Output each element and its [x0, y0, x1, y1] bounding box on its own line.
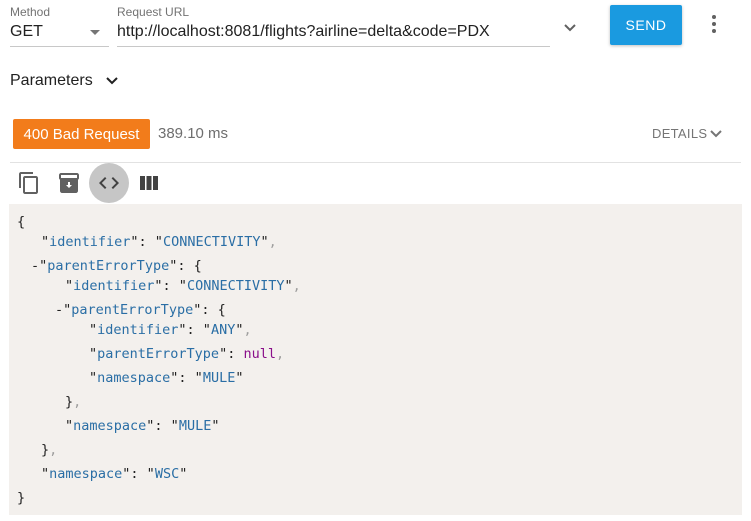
json-value: MULE [178, 418, 212, 434]
caret-down-icon[interactable] [90, 30, 100, 35]
json-line-namespace: "namespace": "MULE" [89, 370, 244, 386]
json-value: WSC [154, 466, 180, 482]
json-value: ANY [210, 322, 236, 338]
json-brace-close: } [17, 490, 26, 506]
columns-view-icon[interactable] [137, 171, 161, 195]
json-value: MULE [202, 370, 236, 386]
details-button[interactable]: DETAILS [652, 126, 707, 141]
parameters-toggle[interactable]: Parameters [10, 72, 93, 90]
response-body-panel: { "identifier": "CONNECTIVITY", -"parent… [9, 204, 742, 515]
chevron-down-icon[interactable] [708, 126, 724, 142]
send-button[interactable]: SEND [610, 5, 682, 45]
url-underline [117, 46, 550, 47]
json-line-identifier: "identifier": "CONNECTIVITY", [41, 234, 277, 250]
json-value: CONNECTIVITY [162, 234, 261, 250]
method-underline [10, 46, 109, 47]
method-label: Method [10, 5, 51, 19]
response-time: 389.10 ms [158, 125, 229, 142]
json-brace-close: }, [65, 394, 82, 410]
more-vert-icon[interactable] [706, 12, 722, 36]
status-badge: 400 Bad Request [13, 119, 150, 149]
url-input[interactable]: http://localhost:8081/flights?airline=de… [117, 23, 490, 41]
json-brace-open: { [17, 214, 26, 230]
json-brace-close: }, [41, 442, 58, 458]
chevron-down-icon[interactable] [562, 20, 578, 36]
code-view-icon[interactable] [97, 171, 121, 195]
method-select[interactable]: GET [10, 23, 43, 41]
json-null-value: null [243, 346, 276, 362]
json-line-namespace: "namespace": "WSC" [41, 466, 188, 482]
json-line-identifier: "identifier": "CONNECTIVITY", [65, 278, 301, 294]
json-line-namespace: "namespace": "MULE" [65, 418, 220, 434]
chevron-down-icon[interactable] [104, 73, 120, 89]
url-label: Request URL [117, 5, 190, 19]
json-value: CONNECTIVITY [186, 278, 285, 294]
json-line-identifier: "identifier": "ANY", [89, 322, 252, 338]
save-icon[interactable] [57, 171, 81, 195]
json-line-parent-error-type: "parentErrorType": null, [89, 346, 285, 362]
copy-icon[interactable] [17, 171, 41, 195]
divider [10, 162, 741, 163]
